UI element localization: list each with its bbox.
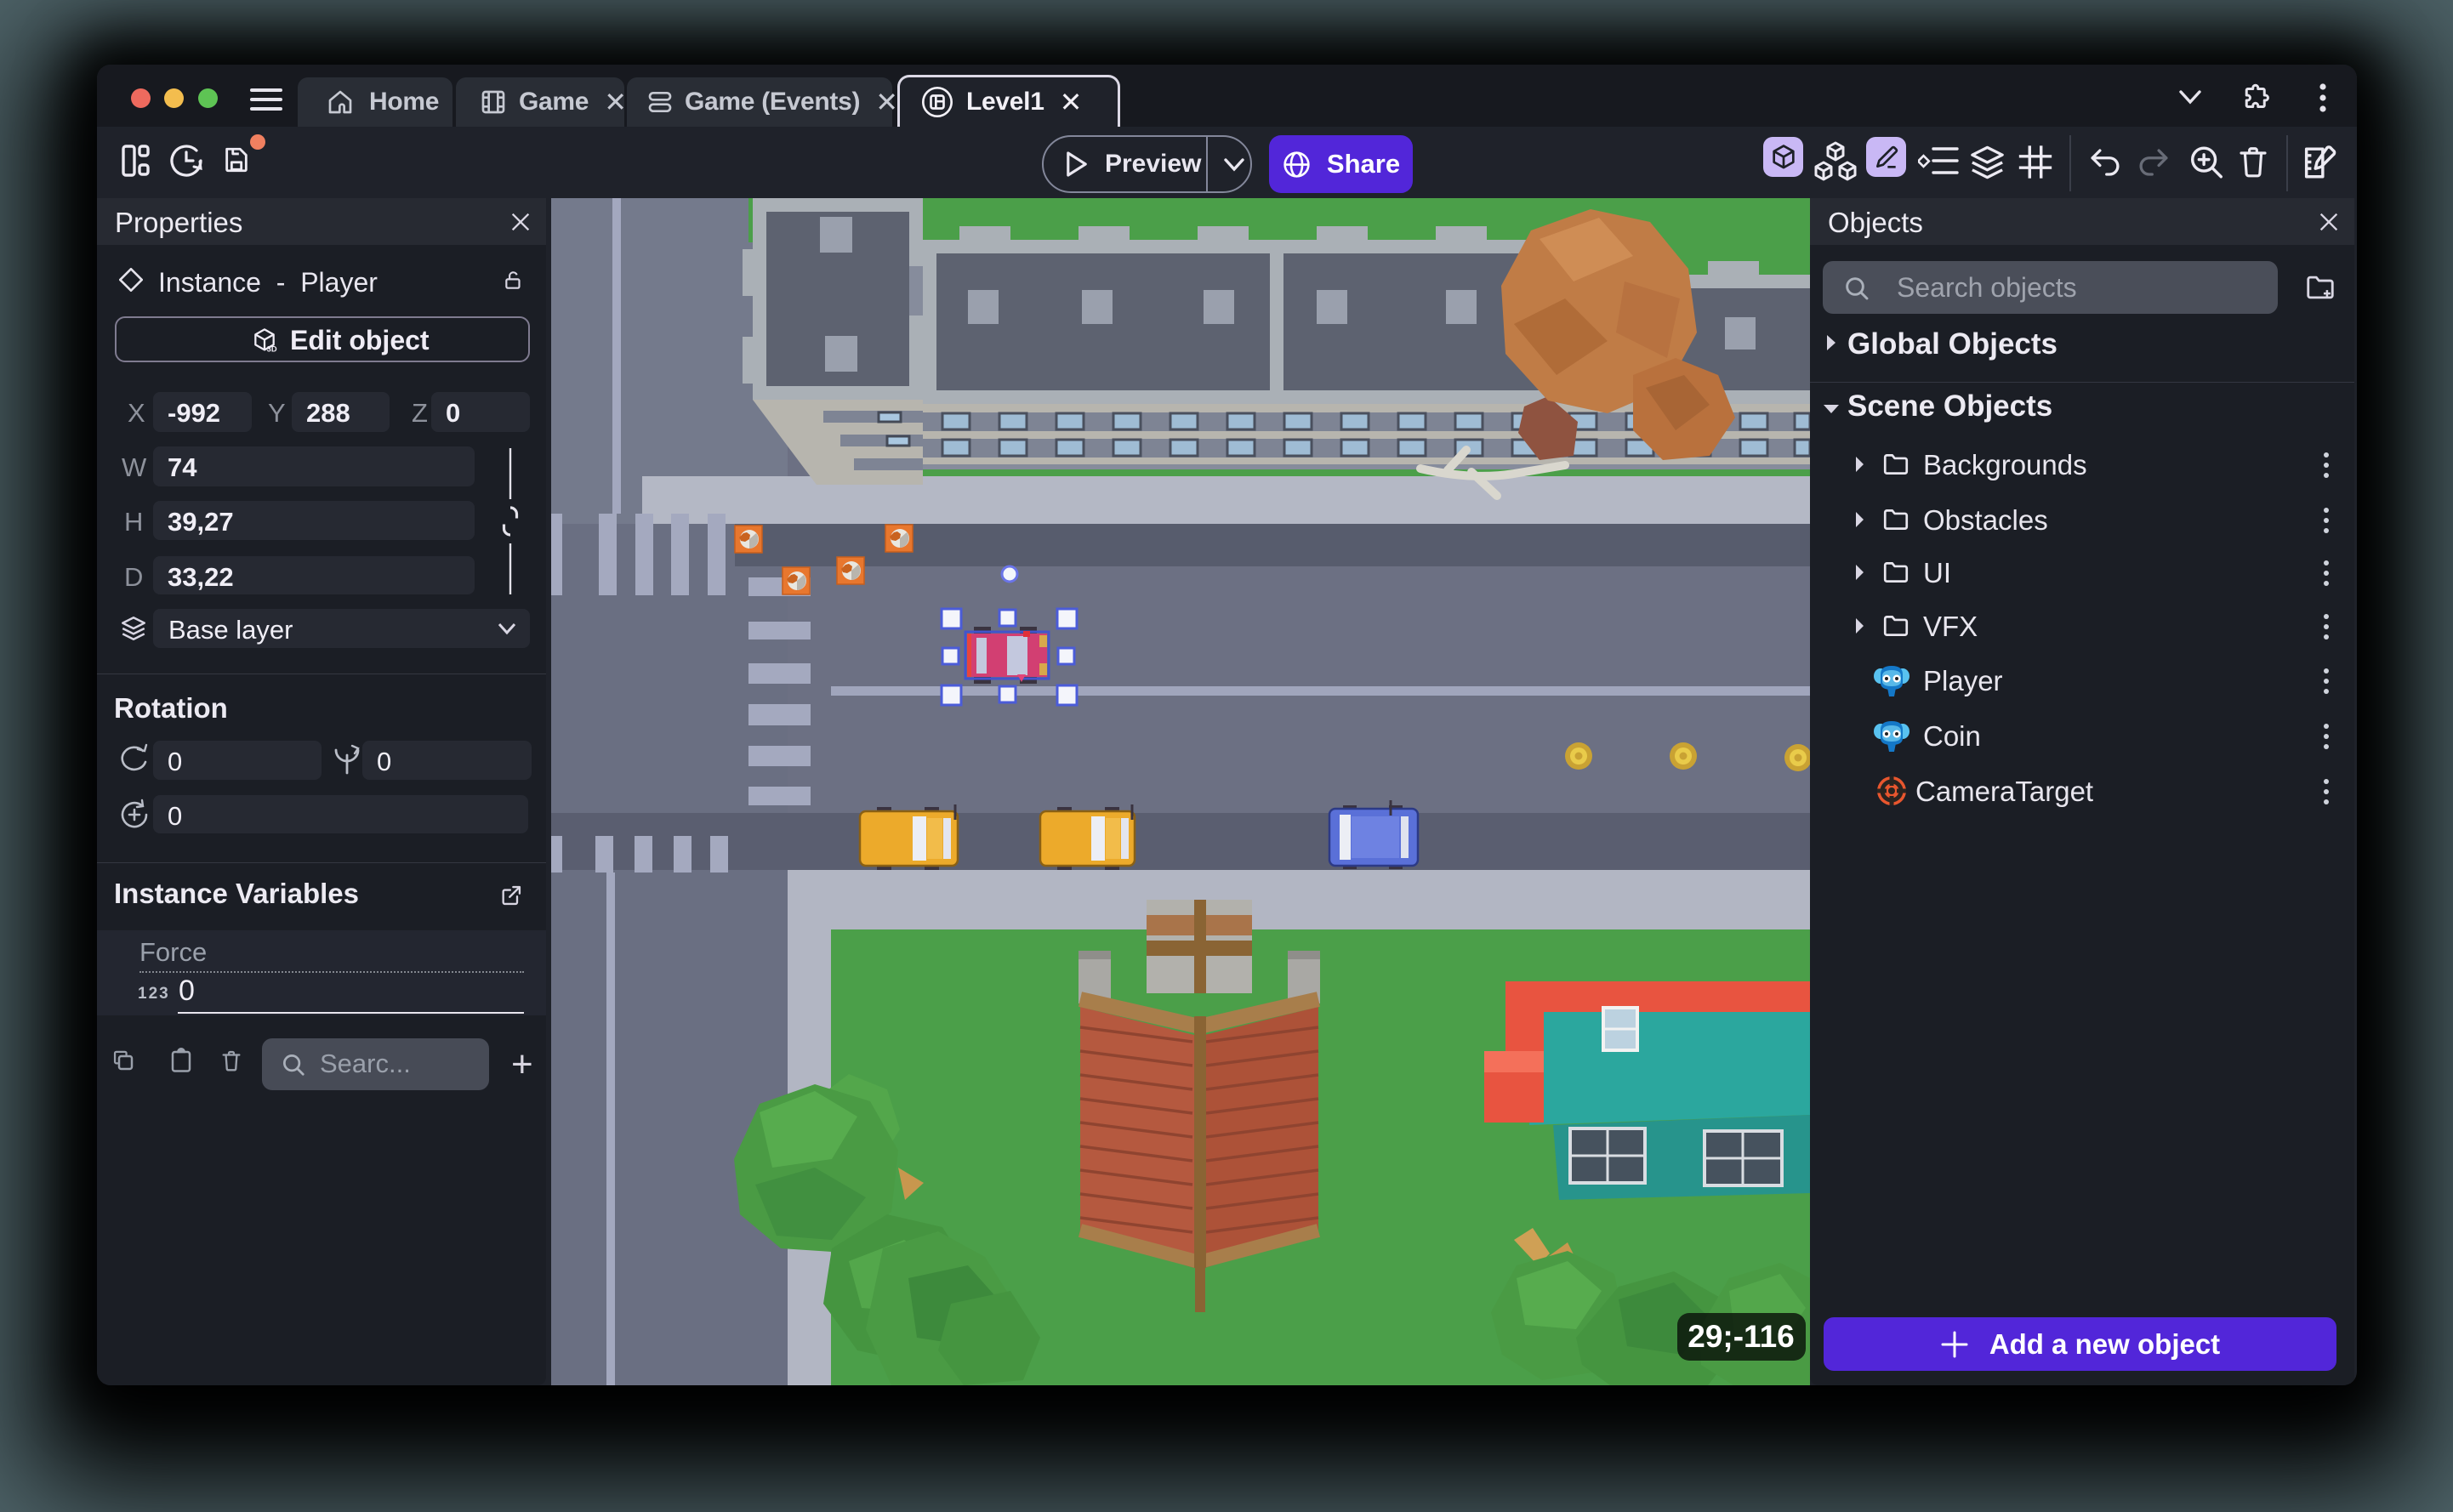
svg-text:3D: 3D: [267, 344, 277, 353]
svg-text:29;-116: 29;-116: [1688, 1319, 1795, 1354]
